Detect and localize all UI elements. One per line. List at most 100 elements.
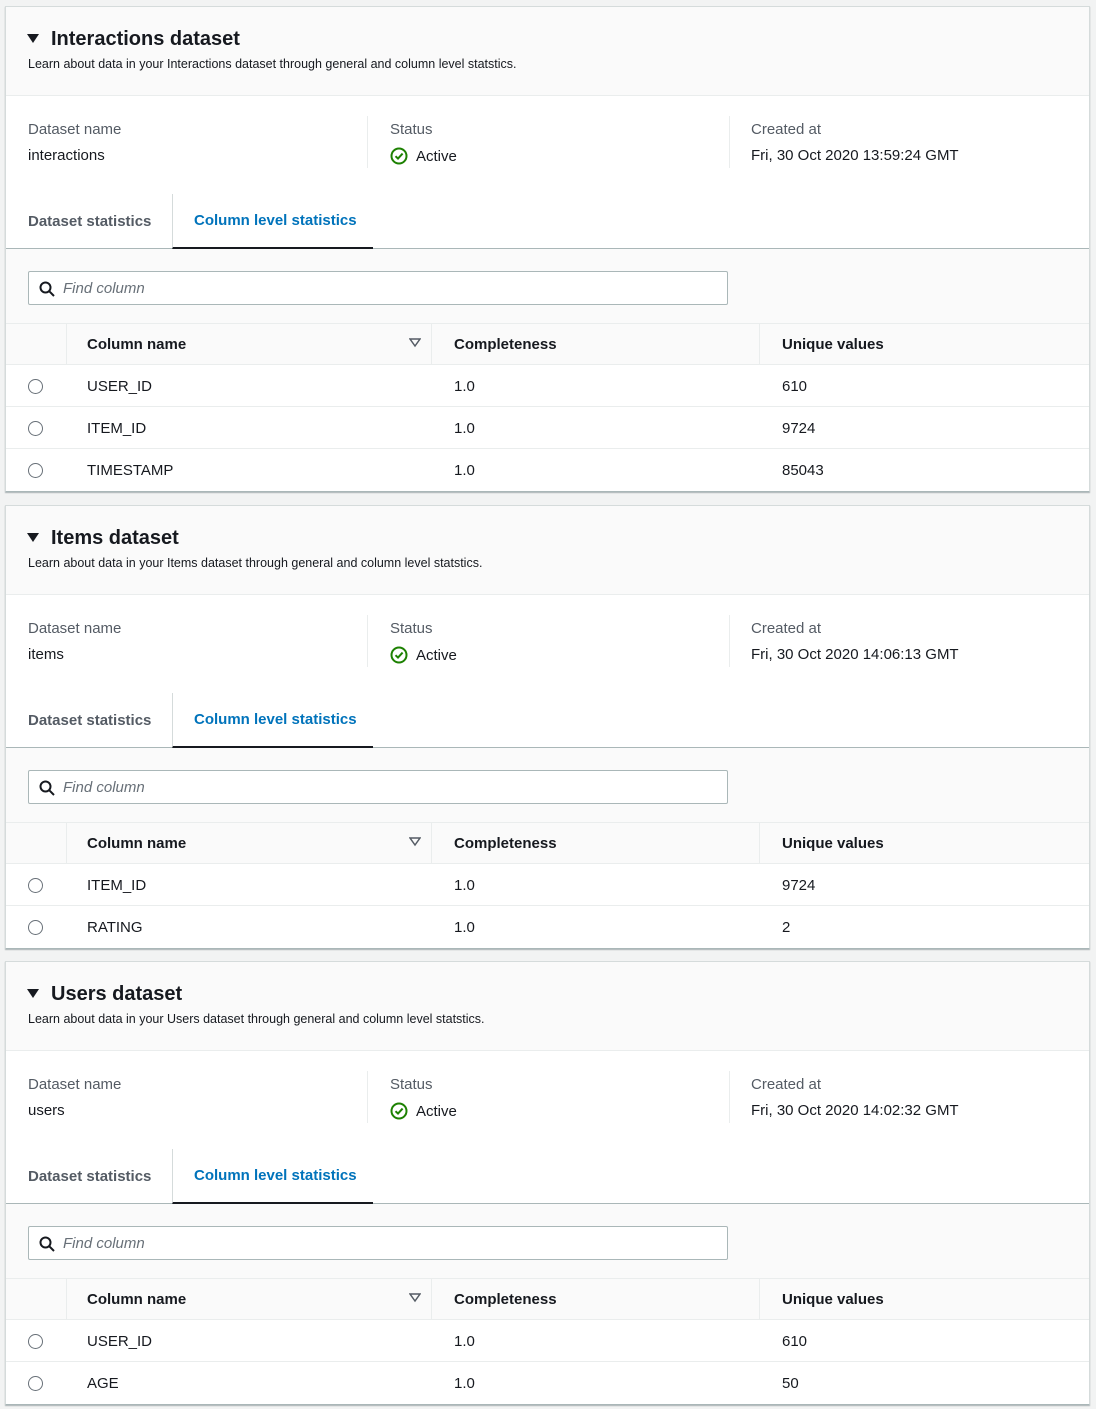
sort-icon[interactable]: [409, 837, 421, 847]
column-name-header[interactable]: Column name: [66, 823, 431, 863]
column-name-header[interactable]: Column name: [66, 324, 431, 364]
find-column-search[interactable]: [28, 271, 728, 305]
search-input[interactable]: [63, 771, 713, 803]
dataset-panel-items: Items dataset Learn about data in your I…: [5, 505, 1090, 949]
column-name-header[interactable]: Column name: [66, 1279, 431, 1319]
dataset-summary: Dataset name users Status Active Created…: [6, 1051, 1089, 1149]
created-at-label: Created at: [751, 1076, 822, 1093]
status-label: Status: [390, 620, 433, 637]
status-label: Status: [390, 1076, 433, 1093]
tab-column-level-statistics[interactable]: Column level statistics: [172, 693, 373, 748]
table-row[interactable]: TIMESTAMP 1.0 85043: [6, 449, 1089, 491]
table-row[interactable]: USER_ID 1.0 610: [6, 1320, 1089, 1362]
created-at-value: Fri, 30 Oct 2020 14:06:13 GMT: [751, 646, 959, 663]
unique-values-header: Unique values: [759, 823, 1089, 863]
table-row[interactable]: USER_ID 1.0 610: [6, 365, 1089, 407]
cell-column-name: USER_ID: [87, 1332, 153, 1350]
cell-unique-values: 85043: [782, 461, 824, 479]
dataset-name-column: Dataset name items: [28, 615, 368, 667]
completeness-header: Completeness: [431, 823, 759, 863]
panel-description: Learn about data in your Interactions da…: [28, 57, 517, 71]
cell-unique-values: 50: [782, 1374, 799, 1392]
table-row[interactable]: ITEM_ID 1.0 9724: [6, 864, 1089, 906]
tab-list: Dataset statistics Column level statisti…: [6, 1149, 1089, 1204]
status-indicator: Active: [390, 1102, 457, 1120]
cell-column-name: ITEM_ID: [87, 419, 147, 437]
cell-column-name: AGE: [87, 1374, 119, 1392]
cell-completeness: 1.0: [454, 419, 475, 437]
dataset-name-value: users: [28, 1102, 65, 1119]
caret-down-icon[interactable]: [27, 533, 39, 542]
search-icon: [39, 780, 55, 796]
table-row[interactable]: AGE 1.0 50: [6, 1362, 1089, 1404]
status-column: Status Active: [390, 116, 730, 168]
cell-completeness: 1.0: [454, 461, 475, 479]
sort-icon[interactable]: [409, 1293, 421, 1303]
search-input[interactable]: [63, 1227, 713, 1259]
panel-description: Learn about data in your Items dataset t…: [28, 556, 483, 570]
status-positive-icon: [390, 147, 408, 165]
find-column-search[interactable]: [28, 1226, 728, 1260]
tab-dataset-statistics[interactable]: Dataset statistics: [28, 1149, 151, 1203]
cell-unique-values: 610: [782, 1332, 808, 1350]
panel-title: Items dataset: [51, 527, 179, 549]
row-radio[interactable]: [28, 379, 43, 394]
tab-column-level-statistics[interactable]: Column level statistics: [172, 194, 373, 249]
panel-header[interactable]: Users dataset Learn about data in your U…: [6, 962, 1089, 1051]
completeness-header: Completeness: [431, 1279, 759, 1319]
created-at-label: Created at: [751, 121, 822, 138]
panel-title: Users dataset: [51, 983, 183, 1005]
table-header: Column name Completeness Unique values: [6, 1278, 1089, 1320]
search-input[interactable]: [63, 272, 713, 304]
row-radio[interactable]: [28, 1376, 43, 1391]
created-at-label: Created at: [751, 620, 822, 637]
dataset-summary: Dataset name items Status Active Created…: [6, 595, 1089, 693]
dataset-name-label: Dataset name: [28, 121, 122, 138]
row-radio[interactable]: [28, 878, 43, 893]
completeness-header: Completeness: [431, 324, 759, 364]
cell-completeness: 1.0: [454, 377, 475, 395]
cell-completeness: 1.0: [454, 876, 475, 894]
dataset-name-value: interactions: [28, 147, 105, 164]
unique-values-header: Unique values: [759, 324, 1089, 364]
status-indicator: Active: [390, 147, 457, 165]
status-column: Status Active: [390, 615, 730, 667]
cell-unique-values: 2: [782, 918, 791, 936]
column-name-header-label: Column name: [87, 1290, 187, 1308]
find-column-search[interactable]: [28, 770, 728, 804]
cell-completeness: 1.0: [454, 918, 475, 936]
caret-down-icon[interactable]: [27, 989, 39, 998]
dataset-panel-users: Users dataset Learn about data in your U…: [5, 961, 1090, 1405]
column-name-header-label: Column name: [87, 834, 187, 852]
status-indicator: Active: [390, 646, 457, 664]
created-at-column: Created at Fri, 30 Oct 2020 14:06:13 GMT: [751, 615, 1071, 667]
tab-dataset-statistics[interactable]: Dataset statistics: [28, 693, 151, 747]
tab-column-level-statistics[interactable]: Column level statistics: [172, 1149, 373, 1204]
table-row[interactable]: RATING 1.0 2: [6, 906, 1089, 948]
tab-dataset-statistics[interactable]: Dataset statistics: [28, 194, 151, 248]
dataset-name-value: items: [28, 646, 64, 663]
column-statistics-section: Column name Completeness Unique values I…: [6, 748, 1089, 948]
column-name-header-label: Column name: [87, 335, 187, 353]
row-radio[interactable]: [28, 920, 43, 935]
cell-unique-values: 9724: [782, 876, 816, 894]
caret-down-icon[interactable]: [27, 34, 39, 43]
dataset-summary: Dataset name interactions Status Active …: [6, 96, 1089, 194]
cell-column-name: ITEM_ID: [87, 876, 147, 894]
row-radio[interactable]: [28, 1334, 43, 1349]
panel-header[interactable]: Items dataset Learn about data in your I…: [6, 506, 1089, 595]
created-at-value: Fri, 30 Oct 2020 13:59:24 GMT: [751, 147, 959, 164]
table-row[interactable]: ITEM_ID 1.0 9724: [6, 407, 1089, 449]
status-positive-icon: [390, 646, 408, 664]
column-statistics-section: Column name Completeness Unique values U…: [6, 1204, 1089, 1404]
cell-completeness: 1.0: [454, 1332, 475, 1350]
panel-header[interactable]: Interactions dataset Learn about data in…: [6, 7, 1089, 96]
panel-description: Learn about data in your Users dataset t…: [28, 1012, 485, 1026]
row-radio[interactable]: [28, 463, 43, 478]
cell-column-name: RATING: [87, 918, 143, 936]
created-at-value: Fri, 30 Oct 2020 14:02:32 GMT: [751, 1102, 959, 1119]
row-radio[interactable]: [28, 421, 43, 436]
cell-unique-values: 610: [782, 377, 808, 395]
tab-list: Dataset statistics Column level statisti…: [6, 693, 1089, 748]
sort-icon[interactable]: [409, 338, 421, 348]
